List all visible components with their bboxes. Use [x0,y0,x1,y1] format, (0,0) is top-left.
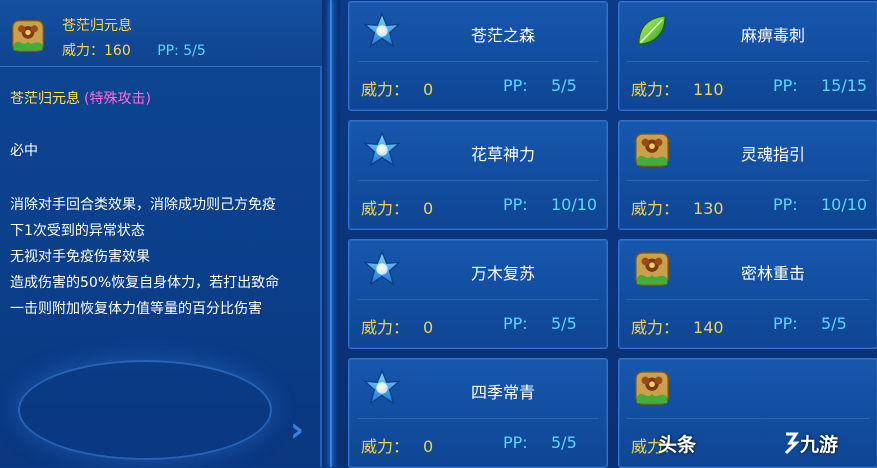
pp-value: 15/15 [821,76,868,95]
detail-name-line: 苍茫归元息 (特殊攻击) [10,88,151,108]
jiuyou-logo-icon [784,432,800,454]
detail-stat-line: 威力：160 PP: 5/5 [62,40,206,60]
detail-pp: PP: 5/5 [157,43,206,59]
power-value: 130 [693,199,724,218]
pp-value: 10/10 [551,195,598,214]
skill-card[interactable]: 密林重击 威力： 140 PP: 5/5 [618,239,877,349]
pp-value: 5/5 [551,433,577,452]
pp-label: PP: [503,195,528,214]
skill-card[interactable]: 万木复苏 威力： 0 PP: 5/5 [348,239,608,349]
detail-skill-name: 苍茫归元息 [10,91,80,107]
skill-pp: PP: 5/5 [503,314,577,333]
skill-power: 威力： 0 [361,433,433,457]
pp-value: 5/5 [821,314,847,333]
grass-flower-icon [633,369,671,407]
description-line: 无视对手免疫伤害效果 [10,249,150,265]
power-label: 威力： [631,318,680,337]
skill-pp: PP: 5/5 [503,76,577,95]
jiuyou-watermark: 九游 [800,434,839,456]
skill-power: 威力： 0 [361,314,433,338]
panel-divider [322,0,340,467]
power-value: 110 [693,80,724,99]
leaf-icon [633,12,671,50]
skill-card[interactable]: 麻痹毒刺 威力： 110 PP: 15/15 [618,1,877,111]
skill-power: 威力： 0 [361,76,433,100]
grass-flower-icon [10,18,46,54]
pp-label: PP: [773,314,798,333]
power-value: 0 [423,318,434,337]
description-line: 造成伤害的50%恢复自身体力，若打出致命 [10,275,280,291]
skill-card[interactable]: 四季常青 威力： 0 PP: 5/5 [348,358,608,468]
skill-power: 威力： 130 [631,195,724,219]
skill-name: 密林重击 [740,264,805,283]
pp-value: 5/5 [551,314,577,333]
description-line: 下1次受到的异常状态 [10,223,145,239]
skill-name: 万木复苏 [470,264,535,283]
skill-name: 花草神力 [470,145,535,164]
pp-label: PP: [773,195,798,214]
pp-label: PP: [503,76,528,95]
skill-detail-panel: 苍茫归元息 威力：160 PP: 5/5 苍茫归元息 (特殊攻击) 必中 消除对手… [0,0,322,467]
pp-label: PP: [503,433,528,452]
description-line: 消除对手回合类效果，消除成功则己方免疫 [10,197,276,213]
skill-pp: PP: 5/5 [773,314,847,333]
power-label: 威力： [361,318,410,337]
skill-card[interactable]: 花草神力 威力： 0 PP: 10/10 [348,120,608,230]
skill-power: 威力： 110 [631,76,724,100]
power-label: 威力： [361,80,410,99]
skill-name: 灵魂指引 [740,145,805,164]
detail-skill-category: (特殊攻击) [84,91,151,107]
grass-flower-icon [633,250,671,288]
detail-description: 消除对手回合类效果，消除成功则己方免疫 下1次受到的异常状态 无视对手免疫伤害效… [10,192,315,322]
power-value: 0 [423,80,434,99]
skill-power: 威力： 140 [631,314,724,338]
skill-power: 威力： 0 [361,195,433,219]
power-value: 0 [423,199,434,218]
skill-card[interactable]: 威力： [618,358,877,468]
power-value: 140 [693,318,724,337]
skill-name: 麻痹毒刺 [740,26,805,45]
star-icon [363,12,401,50]
power-label: 威力： [361,199,410,218]
detail-power: 威力：160 [62,43,131,59]
skill-grid: 苍茫之森 威力： 0 PP: 5/5 麻痹毒刺 威力： 110 PP: 15/15 花草… [348,0,877,468]
skill-pp: PP: 10/10 [503,195,597,214]
star-icon [363,369,401,407]
skill-name: 苍茫之森 [470,26,535,45]
pp-value: 10/10 [821,195,868,214]
star-icon [363,250,401,288]
power-label: 威力： [631,80,680,99]
pp-label: PP: [503,314,528,333]
description-line: 一击则附加恢复体力值等量的百分比伤害 [10,301,262,317]
skill-card[interactable]: 苍茫之森 威力： 0 PP: 5/5 [348,1,608,111]
skill-name: 四季常青 [470,383,535,402]
detail-header: 苍茫归元息 威力：160 PP: 5/5 [0,0,322,67]
skill-card[interactable]: 灵魂指引 威力： 130 PP: 10/10 [618,120,877,230]
grass-flower-icon [633,131,671,169]
power-label: 威力： [631,199,680,218]
toutiao-watermark: 头条 [658,434,697,456]
chevron-right-icon: › [290,410,305,450]
power-label: 威力： [361,437,410,456]
skill-pp: PP: 10/10 [773,195,867,214]
pp-value: 5/5 [551,76,577,95]
skill-pp: PP: 15/15 [773,76,867,95]
skill-pp: PP: 5/5 [503,433,577,452]
power-value: 0 [423,437,434,456]
detail-must-hit: 必中 [10,143,38,159]
star-icon [363,131,401,169]
detail-skill-title: 苍茫归元息 [62,18,132,34]
pp-label: PP: [773,76,798,95]
decorative-glow-ring [18,360,272,460]
